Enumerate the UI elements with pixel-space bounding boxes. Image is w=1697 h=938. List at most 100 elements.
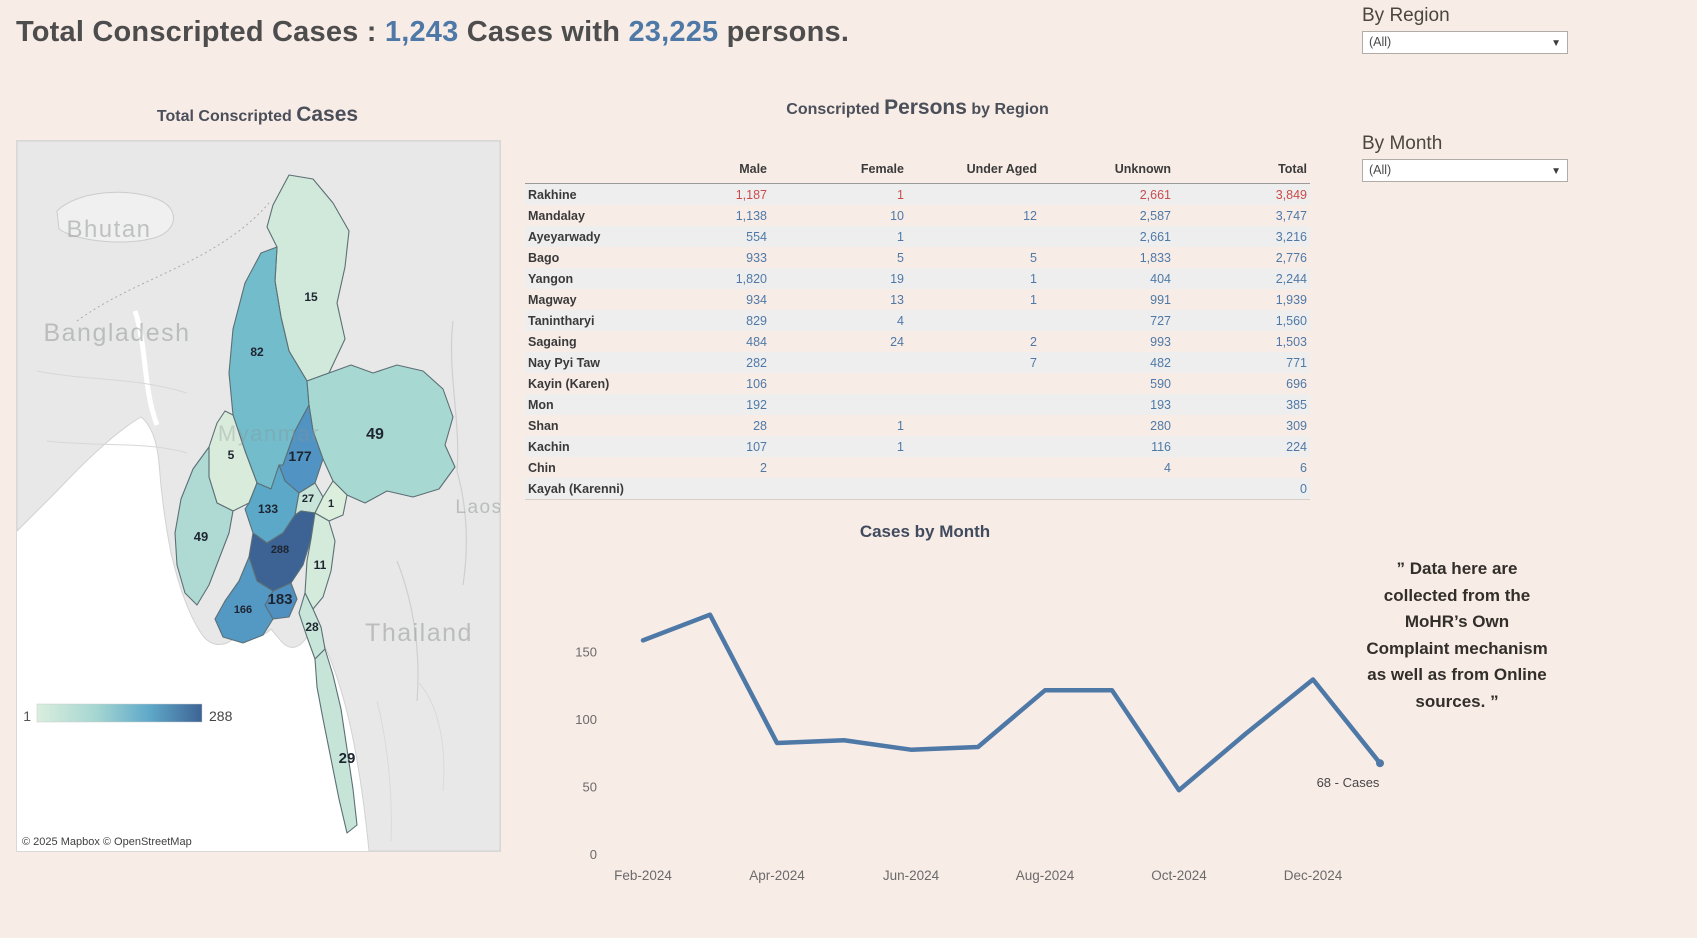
map-panel-title: Total Conscripted Cases [16, 103, 499, 127]
value-cell: 224 [1174, 436, 1310, 457]
value-cell: 993 [1040, 331, 1174, 352]
value-cell [907, 310, 1040, 331]
value-cell: 106 [700, 373, 770, 394]
value-cell [770, 394, 907, 415]
title-suffix: persons. [718, 16, 849, 48]
table-row[interactable]: Sagaing4842429931,503 [525, 331, 1310, 352]
region-name-cell: Shan [525, 415, 700, 436]
value-cell: 4 [1040, 457, 1174, 478]
region-name-cell: Kayah (Karenni) [525, 478, 700, 500]
value-cell: 727 [1040, 310, 1174, 331]
cases-line-series[interactable] [643, 615, 1380, 791]
value-cell: 1 [907, 268, 1040, 289]
x-axis-tick-label: Aug-2024 [1016, 868, 1075, 883]
value-cell: 934 [700, 289, 770, 310]
value-cell [770, 373, 907, 394]
country-label: Laos [455, 497, 500, 518]
table-row[interactable]: Magway9341319911,939 [525, 289, 1310, 310]
value-cell [770, 352, 907, 373]
by-region-label: By Region [1362, 5, 1450, 27]
choropleth-map: BhutanBangladeshLaosThailandMyanmar 1582… [16, 140, 501, 852]
value-cell: 1,939 [1174, 289, 1310, 310]
table-row[interactable]: Tanintharyi82947271,560 [525, 310, 1310, 331]
value-cell: 1 [770, 415, 907, 436]
table-row[interactable]: Nay Pyi Taw2827482771 [525, 352, 1310, 373]
column-header-female[interactable]: Female [770, 158, 907, 184]
country-label: Bangladesh [43, 319, 190, 347]
table-header-row: Male Female Under Aged Unknown Total [525, 158, 1310, 184]
value-cell [907, 478, 1040, 500]
table-row[interactable]: Yangon1,8201914042,244 [525, 268, 1310, 289]
by-month-label: By Month [1362, 133, 1442, 155]
region-name-cell: Rakhine [525, 184, 700, 206]
value-cell: 4 [770, 310, 907, 331]
table-row[interactable]: Kayah (Karenni) 0 [525, 478, 1310, 500]
month-filter-dropdown[interactable]: (All) ▼ [1362, 159, 1568, 182]
legend-min: 1 [23, 708, 31, 724]
region-value-label: 15 [304, 290, 318, 304]
map-attribution[interactable]: © 2025 Mapbox © OpenStreetMap [17, 833, 200, 851]
column-header-unknown[interactable]: Unknown [1040, 158, 1174, 184]
column-header-region [525, 158, 700, 184]
country-label: Thailand [365, 619, 473, 647]
value-cell: 696 [1174, 373, 1310, 394]
x-axis-tick-label: Apr-2024 [749, 868, 805, 883]
table-row[interactable]: Mon192193385 [525, 394, 1310, 415]
value-cell: 482 [1040, 352, 1174, 373]
value-cell [907, 415, 1040, 436]
region-value-label: 183 [267, 591, 292, 608]
y-axis-tick-label: 100 [575, 712, 597, 727]
table-row[interactable]: Ayeyarwady55412,6613,216 [525, 226, 1310, 247]
table-row[interactable]: Kayin (Karen)106590696 [525, 373, 1310, 394]
chevron-down-icon[interactable]: ▼ [1551, 161, 1561, 182]
last-point-marker[interactable] [1376, 759, 1384, 767]
column-header-total[interactable]: Total [1174, 158, 1310, 184]
value-cell: 5 [907, 247, 1040, 268]
legend-gradient-bar [37, 704, 202, 722]
region-value-label: 49 [366, 426, 384, 443]
region-value-label: 5 [228, 448, 235, 462]
table-row[interactable]: Shan281280309 [525, 415, 1310, 436]
value-cell: 280 [1040, 415, 1174, 436]
x-axis-tick-label: Feb-2024 [614, 868, 672, 883]
value-cell: 554 [700, 226, 770, 247]
table-row[interactable]: Rakhine1,18712,6613,849 [525, 184, 1310, 206]
value-cell: 2,776 [1174, 247, 1310, 268]
column-header-male[interactable]: Male [700, 158, 770, 184]
region-name-cell: Yangon [525, 268, 700, 289]
value-cell: 1 [770, 436, 907, 457]
chevron-down-icon[interactable]: ▼ [1551, 33, 1561, 54]
value-cell: 10 [770, 205, 907, 226]
value-cell: 5 [770, 247, 907, 268]
value-cell: 0 [1174, 478, 1310, 500]
value-cell [907, 226, 1040, 247]
region-filter-dropdown[interactable]: (All) ▼ [1362, 31, 1568, 54]
value-cell [907, 184, 1040, 206]
dashboard: Total Conscripted Cases : 1,243 Cases wi… [0, 0, 1697, 938]
value-cell [907, 373, 1040, 394]
table-row[interactable]: Kachin1071116224 [525, 436, 1310, 457]
region-name-cell: Tanintharyi [525, 310, 700, 331]
value-cell: 2,244 [1174, 268, 1310, 289]
table-panel-title: Conscripted Persons by Region [525, 96, 1310, 120]
value-cell: 933 [700, 247, 770, 268]
title-prefix: Total Conscripted Cases : [16, 16, 385, 48]
column-header-underaged[interactable]: Under Aged [907, 158, 1040, 184]
region-value-label: 29 [339, 750, 356, 767]
value-cell: 1,820 [700, 268, 770, 289]
value-cell: 1,560 [1174, 310, 1310, 331]
table-row[interactable]: Chin246 [525, 457, 1310, 478]
page-title: Total Conscripted Cases : 1,243 Cases wi… [16, 16, 849, 49]
table-row[interactable]: Mandalay1,13810122,5873,747 [525, 205, 1310, 226]
value-cell: 13 [770, 289, 907, 310]
y-axis-tick-label: 150 [575, 645, 597, 660]
map-canvas: BhutanBangladeshLaosThailandMyanmar 1582… [17, 141, 500, 851]
value-cell: 3,849 [1174, 184, 1310, 206]
table-row[interactable]: Bago933551,8332,776 [525, 247, 1310, 268]
value-cell: 404 [1040, 268, 1174, 289]
value-cell: 2,661 [1040, 226, 1174, 247]
value-cell: 991 [1040, 289, 1174, 310]
x-axis-tick-label: Oct-2024 [1151, 868, 1207, 883]
value-cell: 1 [770, 226, 907, 247]
value-cell: 2,661 [1040, 184, 1174, 206]
